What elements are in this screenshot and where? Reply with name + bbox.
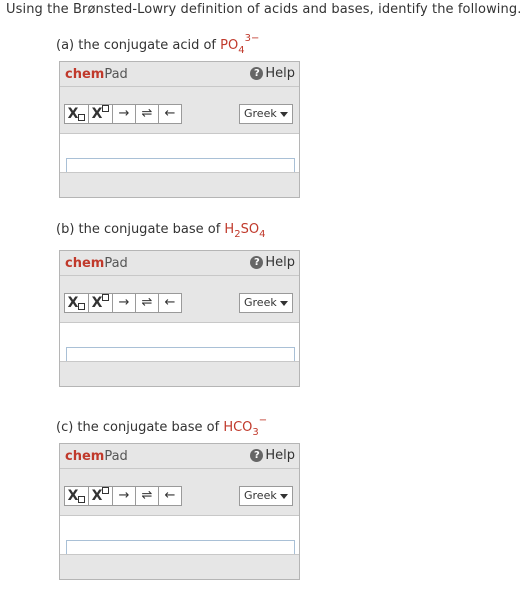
left-arrow-button[interactable]: ← — [158, 486, 182, 506]
right-arrow-button[interactable]: → — [112, 486, 136, 506]
chempad-toolbar: X X → ⇌ ← Greek — [60, 87, 299, 134]
greek-label: Greek — [244, 489, 277, 502]
question-a-formula: PO43− — [220, 33, 260, 56]
instructions-text: Using the Brønsted-Lowry definition of a… — [6, 2, 522, 17]
chempad-header: chemPad ? Help — [60, 62, 299, 87]
caret-down-icon — [280, 301, 288, 306]
greek-dropdown[interactable]: Greek — [239, 293, 293, 313]
chempad-toolbar: X X → ⇌ ← Greek — [60, 469, 299, 516]
question-a-prefix: (a) the conjugate acid of — [56, 38, 221, 53]
greek-dropdown[interactable]: Greek — [239, 104, 293, 124]
toolbar-buttons: X X → ⇌ ← — [64, 293, 182, 313]
subscript-button[interactable]: X — [64, 293, 89, 313]
chempad-header: chemPad ? Help — [60, 444, 299, 469]
question-c-formula: HCO3− — [223, 415, 268, 438]
chempad-title: chemPad — [65, 256, 128, 271]
help-button[interactable]: ? Help — [250, 448, 295, 463]
subscript-box-icon — [78, 496, 86, 503]
help-icon: ? — [250, 256, 264, 269]
subscript-button[interactable]: X — [64, 486, 89, 506]
chempad-footer — [60, 361, 299, 386]
help-icon: ? — [250, 449, 264, 462]
left-arrow-button[interactable]: ← — [158, 104, 182, 124]
right-arrow-button[interactable]: → — [112, 104, 136, 124]
equilibrium-arrow-button[interactable]: ⇌ — [135, 486, 159, 506]
superscript-box-icon — [102, 105, 110, 112]
chempad-c: chemPad ? Help X X → ⇌ ← Greek — [59, 443, 300, 580]
chempad-a: chemPad ? Help X X → ⇌ ← Greek — [59, 61, 300, 198]
toolbar-buttons: X X → ⇌ ← — [64, 486, 182, 506]
greek-dropdown[interactable]: Greek — [239, 486, 293, 506]
question-b-formula: H2SO4 — [224, 222, 266, 240]
equilibrium-arrow-button[interactable]: ⇌ — [135, 104, 159, 124]
chempad-footer — [60, 554, 299, 579]
superscript-box-icon — [102, 487, 110, 494]
caret-down-icon — [280, 494, 288, 499]
question-c-prefix: (c) the conjugate base of — [56, 420, 224, 435]
right-arrow-button[interactable]: → — [112, 293, 136, 313]
question-b-prefix: (b) the conjugate base of — [56, 222, 225, 237]
help-label: Help — [265, 448, 295, 463]
help-button[interactable]: ? Help — [250, 66, 295, 81]
chempad-title: chemPad — [65, 67, 128, 82]
subscript-box-icon — [78, 303, 86, 310]
help-label: Help — [265, 255, 295, 270]
caret-down-icon — [280, 112, 288, 117]
left-arrow-button[interactable]: ← — [158, 293, 182, 313]
superscript-button[interactable]: X — [88, 104, 113, 124]
question-a: (a) the conjugate acid of PO43− — [56, 33, 259, 56]
toolbar-buttons: X X → ⇌ ← — [64, 104, 182, 124]
superscript-button[interactable]: X — [88, 293, 113, 313]
question-b: (b) the conjugate base of H2SO4 — [56, 222, 265, 240]
greek-label: Greek — [244, 296, 277, 309]
question-c: (c) the conjugate base of HCO3− — [56, 415, 267, 438]
chempad-header: chemPad ? Help — [60, 251, 299, 276]
greek-label: Greek — [244, 107, 277, 120]
superscript-box-icon — [102, 294, 110, 301]
superscript-button[interactable]: X — [88, 486, 113, 506]
chempad-footer — [60, 172, 299, 197]
chempad-b: chemPad ? Help X X → ⇌ ← Greek — [59, 250, 300, 387]
help-label: Help — [265, 66, 295, 81]
help-icon: ? — [250, 67, 264, 80]
help-button[interactable]: ? Help — [250, 255, 295, 270]
equilibrium-arrow-button[interactable]: ⇌ — [135, 293, 159, 313]
chempad-title: chemPad — [65, 449, 128, 464]
subscript-button[interactable]: X — [64, 104, 89, 124]
chempad-toolbar: X X → ⇌ ← Greek — [60, 276, 299, 323]
subscript-box-icon — [78, 114, 86, 121]
